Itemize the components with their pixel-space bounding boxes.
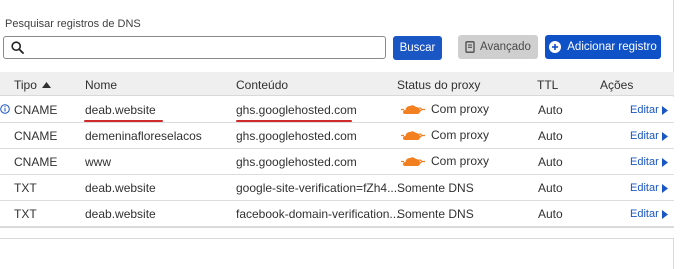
edit-button[interactable]: Editar <box>630 104 668 116</box>
record-content: ghs.googlehosted.com <box>236 129 357 143</box>
edit-label: Editar <box>630 182 659 194</box>
info-icon[interactable] <box>0 104 10 114</box>
proxied-cloud-icon <box>401 105 425 114</box>
nameservers-card <box>0 238 674 269</box>
record-content: ghs.googlehosted.com <box>236 103 357 117</box>
add-record-button-label: Adicionar registro <box>567 41 657 53</box>
record-name: demeninafloreselacos <box>85 129 202 143</box>
column-header-proxy-status[interactable]: Status do proxy <box>397 78 480 92</box>
table-row[interactable]: TXT deab.website google-site-verificatio… <box>0 175 674 201</box>
record-name: www <box>85 155 111 169</box>
proxy-status[interactable]: Com proxy <box>400 102 489 116</box>
record-ttl: Auto <box>538 207 563 221</box>
record-name: deab.website <box>85 207 156 221</box>
column-header-actions: Ações <box>600 78 634 92</box>
table-row[interactable]: TXT deab.website facebook-domain-verific… <box>0 201 674 227</box>
red-underline-annotation <box>236 120 352 122</box>
red-underline-annotation <box>84 120 163 122</box>
chevron-right-icon <box>661 209 668 219</box>
proxied-cloud-icon <box>401 131 425 140</box>
sort-ascending-icon <box>41 82 51 88</box>
proxy-status[interactable]: Com proxy <box>400 128 489 142</box>
edit-label: Editar <box>630 104 659 116</box>
edit-label: Editar <box>630 208 659 220</box>
record-ttl: Auto <box>538 129 563 143</box>
record-ttl: Auto <box>538 103 563 117</box>
record-type: CNAME <box>14 155 58 169</box>
document-icon <box>465 41 475 53</box>
edit-label: Editar <box>630 130 659 142</box>
advanced-button-label: Avançado <box>480 41 531 53</box>
edit-button[interactable]: Editar <box>630 182 668 194</box>
search-field[interactable] <box>3 36 386 59</box>
edit-button[interactable]: Editar <box>630 208 668 220</box>
column-header-content[interactable]: Conteúdo <box>236 78 288 92</box>
record-name: deab.website <box>85 103 156 117</box>
search-button[interactable]: Buscar <box>393 36 442 60</box>
proxy-status-label: Com proxy <box>431 128 490 142</box>
chevron-right-icon <box>661 131 668 141</box>
proxy-status-label: Somente DNS <box>397 181 474 195</box>
table-row[interactable]: CNAME www ghs.googlehosted.com Com proxy… <box>0 149 674 175</box>
record-type: CNAME <box>14 103 58 117</box>
column-header-type[interactable]: Tipo <box>14 78 51 92</box>
record-ttl: Auto <box>538 155 563 169</box>
column-header-name[interactable]: Nome <box>85 78 117 92</box>
proxy-status-label: Somente DNS <box>397 207 474 221</box>
chevron-right-icon <box>661 183 668 193</box>
column-header-type-label: Tipo <box>14 78 37 92</box>
proxy-status-label: Com proxy <box>431 102 490 116</box>
proxy-status-label: Com proxy <box>431 154 490 168</box>
advanced-button[interactable]: Avançado <box>458 35 538 59</box>
record-type: TXT <box>14 207 37 221</box>
search-input[interactable] <box>30 39 380 56</box>
table-row[interactable]: CNAME deab.website ghs.googlehosted.com … <box>0 97 674 123</box>
dns-records-panel: Pesquisar registros de DNS Buscar Avança… <box>0 0 674 228</box>
table-header: Tipo Nome Conteúdo Status do proxy TTL A… <box>0 72 674 96</box>
plus-circle-icon <box>549 41 562 53</box>
record-name: deab.website <box>85 181 156 195</box>
proxy-status[interactable]: Com proxy <box>400 154 489 168</box>
table-row[interactable]: CNAME demeninafloreselacos ghs.googlehos… <box>0 123 674 149</box>
record-content: google-site-verification=fZh4... <box>236 181 398 195</box>
record-ttl: Auto <box>538 181 563 195</box>
record-content: ghs.googlehosted.com <box>236 155 357 169</box>
column-header-ttl[interactable]: TTL <box>537 78 558 92</box>
search-icon <box>11 41 24 54</box>
edit-button[interactable]: Editar <box>630 156 668 168</box>
edit-label: Editar <box>630 156 659 168</box>
search-label: Pesquisar registros de DNS <box>5 18 141 30</box>
add-record-button[interactable]: Adicionar registro <box>545 35 661 59</box>
record-type: TXT <box>14 181 37 195</box>
edit-button[interactable]: Editar <box>630 130 668 142</box>
chevron-right-icon <box>661 105 668 115</box>
record-type: CNAME <box>14 129 58 143</box>
proxied-cloud-icon <box>401 157 425 166</box>
record-content: facebook-domain-verification... <box>236 207 400 221</box>
chevron-right-icon <box>661 157 668 167</box>
